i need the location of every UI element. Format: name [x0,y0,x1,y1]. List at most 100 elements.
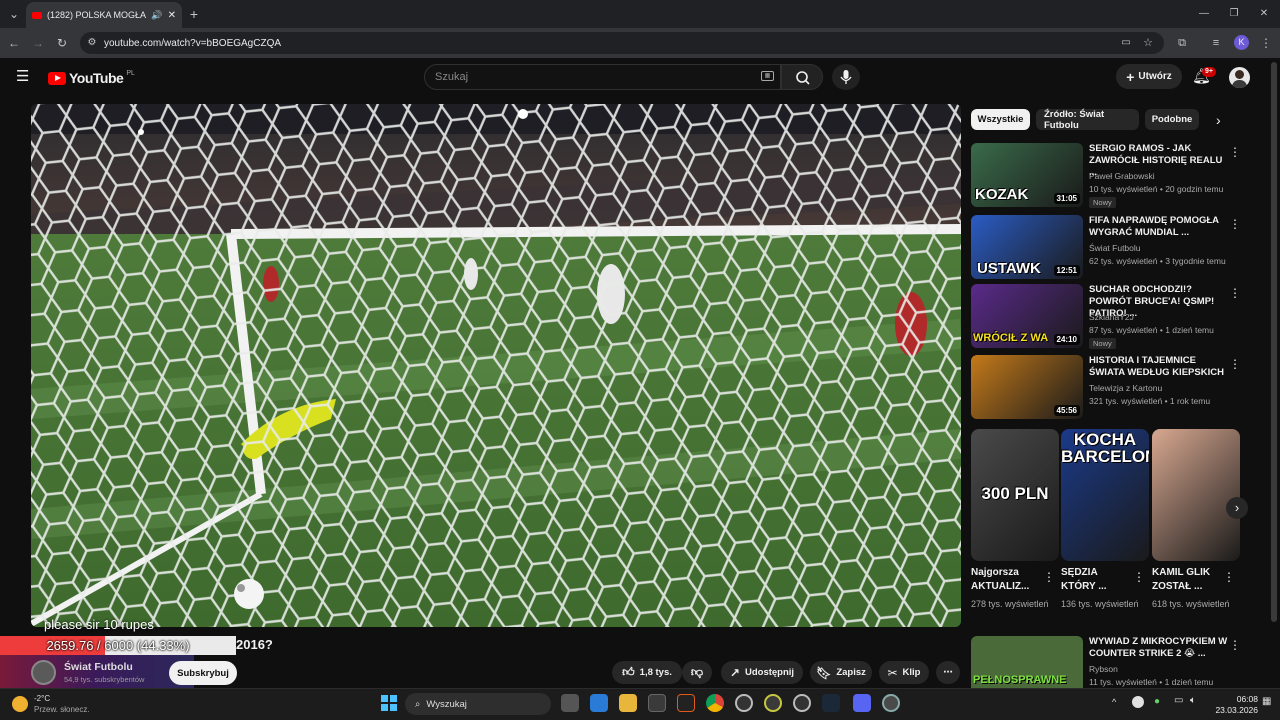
window-close-icon[interactable]: ✕ [1256,6,1272,22]
share-icon: ↗ [729,665,740,680]
file-explorer-icon[interactable] [619,694,637,712]
search-button[interactable] [781,64,823,90]
short-more-options-icon[interactable]: ⋮ [1223,570,1235,584]
tab-search-icon[interactable]: ⌄ [6,6,22,22]
app-icon[interactable] [590,694,608,712]
cast-icon[interactable]: ▭ [1118,35,1134,51]
short-title: Najgorsza AKTUALIZ... [971,567,1030,592]
short-more-options-icon[interactable]: ⋮ [1043,570,1055,584]
short-views: 618 tys. wyświetleń [1152,599,1230,609]
browser-menu-icon[interactable]: ⋮ [1258,35,1274,51]
clock-date[interactable]: 23.03.2026 [1208,705,1258,715]
recommendation-item[interactable]: 45:56 HISTORIA I TAJEMNICE ŚWIATA WEDŁUG… [971,355,1241,419]
short-title: KAMIL GLIK ZOSTAŁ ... [1152,567,1211,592]
notification-center-icon[interactable]: ▦ [1262,696,1271,707]
reload-icon[interactable]: ↻ [54,35,70,51]
hamburger-menu-icon[interactable]: ☰ [16,69,29,84]
minimize-icon[interactable]: — [1196,6,1212,22]
mic-tray-icon[interactable]: ● [1154,696,1160,707]
app-icon[interactable] [677,694,695,712]
create-button[interactable]: + Utwórz [1116,64,1182,89]
taskbar-search[interactable]: ⌕ Wyszukaj [405,693,551,715]
tab-close-icon[interactable]: ✕ [168,10,176,21]
more-options-icon[interactable]: ⋮ [1229,638,1241,652]
browser-profile-avatar[interactable]: K [1234,35,1249,50]
new-badge: Nowy [1089,338,1116,349]
site-info-icon[interactable]: ⚙ [84,35,100,51]
channel-name[interactable]: Świat Futbolu [64,661,133,673]
extensions-icon[interactable]: ⧉ [1174,35,1190,51]
video-thumbnail: 45:56 [971,355,1083,419]
recommendation-item[interactable]: USTAWK 12:51 FIFA NAPRAWDĘ POMOGŁA WYGRA… [971,215,1241,279]
steam-icon[interactable] [822,694,840,712]
bookmark-star-icon[interactable]: ☆ [1140,35,1156,51]
settings-icon[interactable] [882,694,900,712]
video-duration: 24:10 [1053,334,1080,345]
more-options-icon[interactable]: ⋮ [1229,217,1241,231]
share-button[interactable]: ↗ Udostępnij [721,661,803,684]
short-more-options-icon[interactable]: ⋮ [1133,570,1145,584]
chrome-icon[interactable] [706,694,724,712]
recommendation-item[interactable]: WRÓCIŁ Z WA 24:10 SUCHAR ODCHODZI!? POWR… [971,284,1241,349]
chip-related[interactable]: Podobne [1145,109,1199,130]
clock-time[interactable]: 06:08 [1218,694,1258,704]
app-icon[interactable] [793,694,811,712]
video-thumbnail: KOZAK 31:05 [971,143,1083,207]
recommendation-item[interactable]: KOZAK 31:05 SERGIO RAMOS - JAK ZAWRÓCIŁ … [971,143,1241,208]
restore-icon[interactable]: ❐ [1226,6,1242,22]
channel-name: SzklanaY2J [1089,312,1134,322]
shorts-next-button[interactable]: › [1226,497,1248,519]
video-meta: 11 tys. wyświetleń • 1 dzień temu [1089,677,1214,687]
more-options-icon[interactable]: ⋮ [1229,286,1241,300]
weather-sun-icon[interactable] [12,696,28,712]
keyboard-icon[interactable]: ▦ [761,71,774,81]
store-icon[interactable] [648,694,666,712]
short-thumbnail[interactable] [1152,429,1240,561]
speaker-icon[interactable]: 🔊 [151,10,162,21]
windows-start-icon[interactable] [381,695,397,711]
reading-list-icon[interactable]: ≡ [1208,35,1224,51]
more-icon: ⋯ [943,667,953,678]
voice-search-button[interactable] [832,64,860,90]
volume-icon[interactable]: 🔈︎ [1190,695,1196,706]
youtube-logo[interactable]: YouTube PL [48,70,135,86]
like-button[interactable]: 👍︎ 1,8 tys. [612,661,682,684]
discord-icon[interactable] [853,694,871,712]
omnibox[interactable]: youtube.com/watch?v=bBOEGAgCZQA [80,32,1164,54]
search-input[interactable]: Szukaj [424,64,781,90]
save-button[interactable]: 🔖︎ Zapisz [810,661,872,684]
forward-icon[interactable]: → [30,35,46,51]
chip-all[interactable]: Wszystkie [971,109,1030,130]
create-label: Utwórz [1138,71,1172,82]
browser-tab[interactable]: (1282) POLSKA MOGŁA WY 🔊 ✕ [26,2,182,28]
chip-source[interactable]: Źródło: Świat Futbolu [1036,109,1139,131]
short-thumbnail[interactable]: 300 PLN [971,429,1059,561]
video-player[interactable] [31,104,961,627]
channel-avatar[interactable] [31,660,56,685]
user-avatar[interactable] [1229,67,1250,88]
scissors-icon: ✂ [887,665,898,680]
page-scrollbar[interactable] [1271,62,1277,622]
tray-expand-icon[interactable]: ^ [1112,697,1116,707]
weather-temp[interactable]: -2°C [34,694,50,703]
recommendation-item[interactable]: PEŁNOSPRAWNE WYWIAD Z MIKROCYPKIEM W COU… [971,636,1241,688]
more-options-icon[interactable]: ⋮ [1229,145,1241,159]
network-icon[interactable]: ▭ [1174,695,1183,706]
tray-app-icon[interactable] [1132,696,1144,708]
like-count: 1,8 tys. [639,667,672,678]
new-tab-icon[interactable]: + [186,6,202,22]
task-view-icon[interactable] [561,694,579,712]
video-meta: 321 tys. wyświetleń • 1 rok temu [1089,396,1211,406]
short-title: SĘDZIA KTÓRY ... [1061,567,1107,592]
more-actions-button[interactable]: ⋯ [936,661,960,684]
app-icon[interactable] [735,694,753,712]
more-options-icon[interactable]: ⋮ [1229,357,1241,371]
clip-button[interactable]: ✂ Klip [879,661,929,684]
back-icon[interactable]: ← [6,35,22,51]
chips-next-icon[interactable]: › [1216,112,1221,128]
app-icon[interactable] [764,694,782,712]
short-thumbnail[interactable]: KOCHA BARCELONE [1061,429,1149,561]
subscribe-button[interactable]: Subskrybuj [169,661,237,685]
youtube-play-logo-icon [48,71,66,85]
dislike-button[interactable]: 👎︎ [682,661,712,684]
